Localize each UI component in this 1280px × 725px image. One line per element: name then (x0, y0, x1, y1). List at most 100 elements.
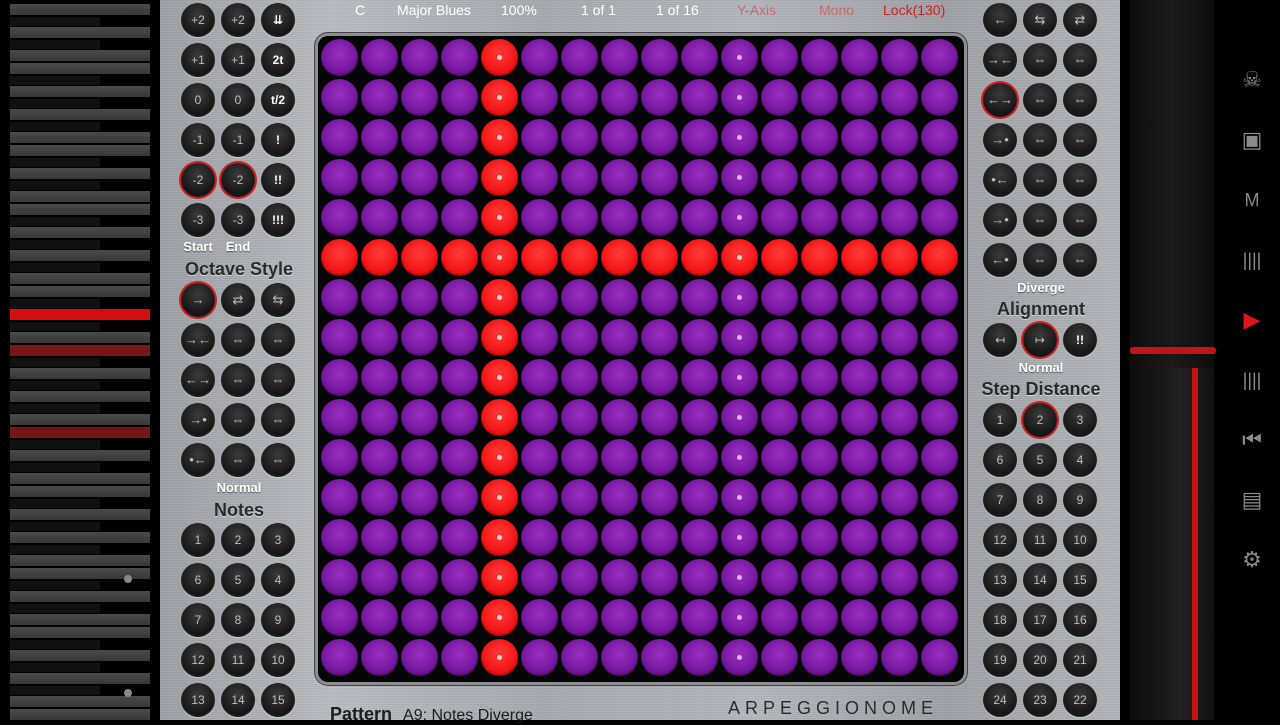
grid-pad[interactable] (841, 479, 878, 516)
grid-pad[interactable] (721, 199, 758, 236)
grid-pad[interactable] (361, 439, 398, 476)
grid-pad[interactable] (761, 79, 798, 116)
grid-pad[interactable] (441, 479, 478, 516)
diverge-style-icon[interactable]: ⇔ (1063, 83, 1097, 117)
grid-pad[interactable] (841, 239, 878, 276)
grid-pad[interactable] (641, 559, 678, 596)
grid-pad[interactable] (921, 479, 958, 516)
piano-key[interactable] (10, 509, 150, 520)
notes-button[interactable]: 8 (221, 603, 255, 637)
grid-pad[interactable] (401, 319, 438, 356)
zoom-display[interactable]: 100% (501, 2, 537, 18)
grid-pad[interactable] (801, 599, 838, 636)
piano-key[interactable] (10, 273, 150, 284)
grid-pad[interactable] (601, 79, 638, 116)
grid-pad[interactable] (841, 439, 878, 476)
piano-key[interactable] (10, 76, 100, 85)
grid-pad[interactable] (681, 639, 718, 676)
grid-pad[interactable] (441, 279, 478, 316)
grid-pad[interactable] (321, 639, 358, 676)
grid-pad[interactable] (721, 639, 758, 676)
grid-pad[interactable] (441, 159, 478, 196)
grid-pad[interactable] (641, 479, 678, 516)
grid-pad[interactable] (601, 199, 638, 236)
grid-pad[interactable] (561, 599, 598, 636)
grid-pad[interactable] (841, 599, 878, 636)
grid-pad[interactable] (761, 279, 798, 316)
piano-key[interactable] (10, 404, 100, 413)
timing-button[interactable]: !! (261, 163, 295, 197)
grid-pad[interactable] (521, 119, 558, 156)
grid-pad[interactable] (441, 559, 478, 596)
grid-pad[interactable] (361, 559, 398, 596)
grid-pad[interactable] (601, 319, 638, 356)
piano-key[interactable] (10, 132, 150, 143)
grid-pad[interactable] (521, 559, 558, 596)
octave-style-icon[interactable]: →← (181, 323, 215, 357)
diverge-style-icon[interactable]: •← (983, 163, 1017, 197)
grid-pad[interactable] (361, 279, 398, 316)
grid-pad[interactable] (521, 439, 558, 476)
piano-key[interactable] (10, 227, 150, 238)
alignment-button[interactable]: ↦ (1023, 323, 1057, 357)
grid-pad[interactable] (881, 199, 918, 236)
grid-pad[interactable] (641, 39, 678, 76)
grid-pad[interactable] (921, 239, 958, 276)
grid-pad[interactable] (921, 199, 958, 236)
grid-pad[interactable] (361, 359, 398, 396)
piano-key[interactable] (10, 604, 100, 613)
grid-pad[interactable] (761, 319, 798, 356)
grid-pad[interactable] (641, 319, 678, 356)
octave-style-icon[interactable]: ⇔ (261, 403, 295, 437)
grid-pad[interactable] (401, 639, 438, 676)
grid-pad[interactable] (401, 79, 438, 116)
step-distance-button[interactable]: 16 (1063, 603, 1097, 637)
grid-pad[interactable] (521, 639, 558, 676)
piano-key[interactable] (10, 414, 150, 425)
step-distance-button[interactable]: 8 (1023, 483, 1057, 517)
grid-pad[interactable] (321, 239, 358, 276)
grid-pad[interactable] (401, 39, 438, 76)
slider-track[interactable] (1148, 368, 1214, 720)
grid-pad[interactable] (761, 39, 798, 76)
notes-button[interactable]: 14 (221, 683, 255, 717)
piano-key[interactable] (10, 332, 150, 343)
grid-pad[interactable] (441, 639, 478, 676)
start-octave-button[interactable]: -2 (181, 163, 215, 197)
piano-key[interactable] (10, 286, 150, 297)
grid-pad[interactable] (881, 279, 918, 316)
step-distance-button[interactable]: 15 (1063, 563, 1097, 597)
grid-pad[interactable] (361, 79, 398, 116)
grid-pad[interactable] (801, 479, 838, 516)
grid-pad[interactable] (601, 519, 638, 556)
grid-pad[interactable] (801, 119, 838, 156)
alignment-button[interactable]: !! (1063, 323, 1097, 357)
key-display[interactable]: C (355, 2, 365, 18)
grid-pad[interactable] (521, 159, 558, 196)
grid-pad[interactable] (361, 319, 398, 356)
grid-pad[interactable] (841, 639, 878, 676)
grid-pad[interactable] (681, 159, 718, 196)
archive-icon[interactable]: ▤ (1238, 486, 1266, 514)
step-distance-button[interactable]: 1 (983, 403, 1017, 437)
grid-pad[interactable] (681, 479, 718, 516)
end-octave-button[interactable]: -1 (221, 123, 255, 157)
octave-style-icon[interactable]: ⇔ (221, 363, 255, 397)
grid-pad[interactable] (681, 519, 718, 556)
diverge-style-icon[interactable]: ← (983, 3, 1017, 37)
step-distance-button[interactable]: 7 (983, 483, 1017, 517)
grid-pad[interactable] (561, 399, 598, 436)
grid-pad[interactable] (801, 399, 838, 436)
piano-key[interactable] (10, 191, 150, 202)
grid-pad[interactable] (561, 439, 598, 476)
grid-pad[interactable] (401, 159, 438, 196)
timing-button[interactable]: ! (261, 123, 295, 157)
grid-pad[interactable] (841, 279, 878, 316)
grid-pad[interactable] (721, 79, 758, 116)
grid-pad[interactable] (401, 439, 438, 476)
octave-style-icon[interactable]: →• (181, 403, 215, 437)
grid-pad[interactable] (441, 519, 478, 556)
piano-key[interactable] (10, 545, 100, 554)
step-distance-button[interactable]: 9 (1063, 483, 1097, 517)
grid-pad[interactable] (441, 359, 478, 396)
